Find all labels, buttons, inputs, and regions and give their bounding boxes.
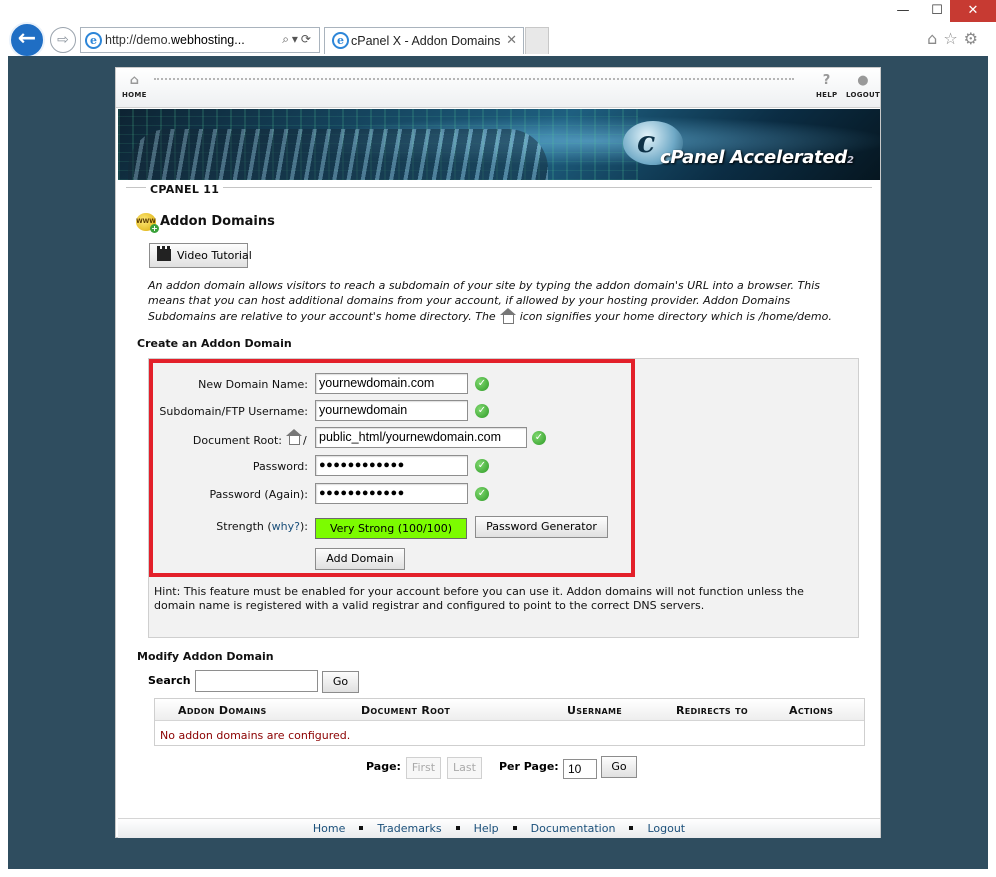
footer-link-home[interactable]: Home xyxy=(313,822,345,835)
page-footer: Home Trademarks Help Documentation Logout xyxy=(118,818,880,838)
footer-link-trademarks[interactable]: Trademarks xyxy=(377,822,441,835)
addon-domains-table: Addon Domains Document Root Username Red… xyxy=(154,698,865,746)
per-page-input[interactable]: 10 xyxy=(563,759,597,779)
table-header: Addon Domains Document Root Username Red… xyxy=(155,699,864,721)
browser-chrome: — ☐ ✕ ← ⇨ e http://demo.webhosting... ⌕▾… xyxy=(0,0,996,58)
version-strip: CPANEL 11 xyxy=(118,181,880,196)
back-button[interactable]: ← xyxy=(9,22,45,58)
banner-cables-graphic xyxy=(128,129,548,180)
column-document-root[interactable]: Document Root xyxy=(361,704,450,717)
tab-title: cPanel X - Addon Domains xyxy=(351,34,501,48)
page-viewport: ⌂ HOME ? HELP ● LOGOUT c cPanel Accelera… xyxy=(8,56,988,869)
tab-favicon-icon: e xyxy=(332,32,349,49)
search-label: Search xyxy=(148,674,191,687)
dotted-divider xyxy=(154,78,794,80)
new-domain-input[interactable]: yournewdomain.com xyxy=(315,373,468,394)
hint-text: Hint: This feature must be enabled for y… xyxy=(154,585,804,612)
logout-nav[interactable]: ● LOGOUT xyxy=(846,73,880,100)
browser-toolbar-icons[interactable]: ⌂☆⚙ xyxy=(927,29,984,48)
home-directory-icon xyxy=(499,308,517,324)
column-addon-domains[interactable]: Addon Domains xyxy=(178,704,267,717)
per-page-go-button[interactable]: Go xyxy=(601,756,637,778)
footer-link-logout[interactable]: Logout xyxy=(647,822,685,835)
user-icon: ● xyxy=(857,73,869,88)
arrow-left-icon: ← xyxy=(17,26,37,51)
strength-label: Strength (why?): xyxy=(216,520,308,533)
username-label: Subdomain/FTP Username: xyxy=(159,405,308,418)
new-domain-label: New Domain Name: xyxy=(198,378,308,391)
column-username[interactable]: Username xyxy=(567,704,622,717)
forward-button[interactable]: ⇨ xyxy=(50,27,76,53)
cpanel-banner: c cPanel Accelerated2 xyxy=(118,109,880,180)
search-input[interactable] xyxy=(195,670,318,692)
page-description: An addon domain allows visitors to reach… xyxy=(148,279,832,324)
bullet-separator xyxy=(359,826,364,830)
per-page-label: Per Page: xyxy=(499,760,559,773)
column-actions: Actions xyxy=(789,704,834,717)
address-bar[interactable]: e http://demo.webhosting... ⌕▾⟳ xyxy=(80,27,320,53)
maximize-button[interactable]: ☐ xyxy=(920,0,954,22)
tab-close-icon[interactable]: ✕ xyxy=(506,33,517,48)
docroot-slash: / xyxy=(303,434,307,447)
check-icon: ✓ xyxy=(532,431,546,445)
password-strength-meter: Very Strong (100/100) xyxy=(315,518,467,539)
add-domain-button[interactable]: Add Domain xyxy=(315,548,405,570)
password-again-label: Password (Again): xyxy=(209,488,308,501)
bullet-separator xyxy=(629,826,634,830)
create-section-heading: Create an Addon Domain xyxy=(137,337,292,350)
page-title: Addon Domains xyxy=(160,214,275,229)
close-window-button[interactable]: ✕ xyxy=(950,0,996,22)
help-nav[interactable]: ? HELP xyxy=(816,73,837,100)
why-link[interactable]: why? xyxy=(272,520,300,533)
bullet-separator xyxy=(512,826,517,830)
username-input[interactable]: yournewdomain xyxy=(315,400,468,421)
last-page-button[interactable]: Last xyxy=(447,757,482,779)
video-tutorial-button[interactable]: Video Tutorial xyxy=(149,243,252,268)
document-root-input[interactable]: public_html/yournewdomain.com xyxy=(315,427,527,448)
check-icon: ✓ xyxy=(475,487,489,501)
new-tab-button[interactable] xyxy=(525,27,549,54)
home-directory-icon xyxy=(285,429,302,445)
address-tools-icons[interactable]: ⌕▾⟳ xyxy=(282,32,314,47)
search-go-button[interactable]: Go xyxy=(322,671,359,693)
page-label: Page: xyxy=(366,760,401,773)
home-nav[interactable]: ⌂ HOME xyxy=(122,73,147,100)
home-icon: ⌂ xyxy=(129,73,140,88)
clapperboard-icon xyxy=(157,246,171,261)
cpanel-page: ⌂ HOME ? HELP ● LOGOUT c cPanel Accelera… xyxy=(115,67,881,838)
password-input[interactable]: ●●●●●●●●●●●● xyxy=(315,455,468,476)
top-navbar: ⌂ HOME ? HELP ● LOGOUT xyxy=(116,68,880,108)
check-icon: ✓ xyxy=(475,377,489,391)
empty-table-message: No addon domains are configured. xyxy=(160,729,351,742)
first-page-button[interactable]: First xyxy=(406,757,441,779)
docroot-label: Document Root: xyxy=(192,434,282,447)
password-again-input[interactable]: ●●●●●●●●●●●● xyxy=(315,483,468,504)
help-icon: ? xyxy=(822,73,831,88)
check-icon: ✓ xyxy=(475,404,489,418)
footer-link-help[interactable]: Help xyxy=(474,822,499,835)
ie-logo-icon: e xyxy=(85,32,102,49)
bullet-separator xyxy=(455,826,460,830)
modify-section-heading: Modify Addon Domain xyxy=(137,650,274,663)
arrow-right-icon: ⇨ xyxy=(57,32,69,48)
minimize-button[interactable]: — xyxy=(886,0,920,22)
footer-link-documentation[interactable]: Documentation xyxy=(531,822,616,835)
address-domain: webhosting... xyxy=(171,33,245,47)
check-icon: ✓ xyxy=(475,459,489,473)
version-label: CPANEL 11 xyxy=(146,183,224,196)
address-url[interactable]: http://demo.webhosting... xyxy=(105,33,245,47)
browser-tab[interactable]: e cPanel X - Addon Domains ✕ xyxy=(324,27,524,54)
password-generator-button[interactable]: Password Generator xyxy=(475,516,608,538)
addon-domain-icon: WWW + xyxy=(136,213,159,233)
password-label: Password: xyxy=(252,460,308,473)
cpanel-logo-text: cPanel Accelerated2 xyxy=(660,147,854,168)
column-redirects-to[interactable]: Redirects to xyxy=(676,704,748,717)
